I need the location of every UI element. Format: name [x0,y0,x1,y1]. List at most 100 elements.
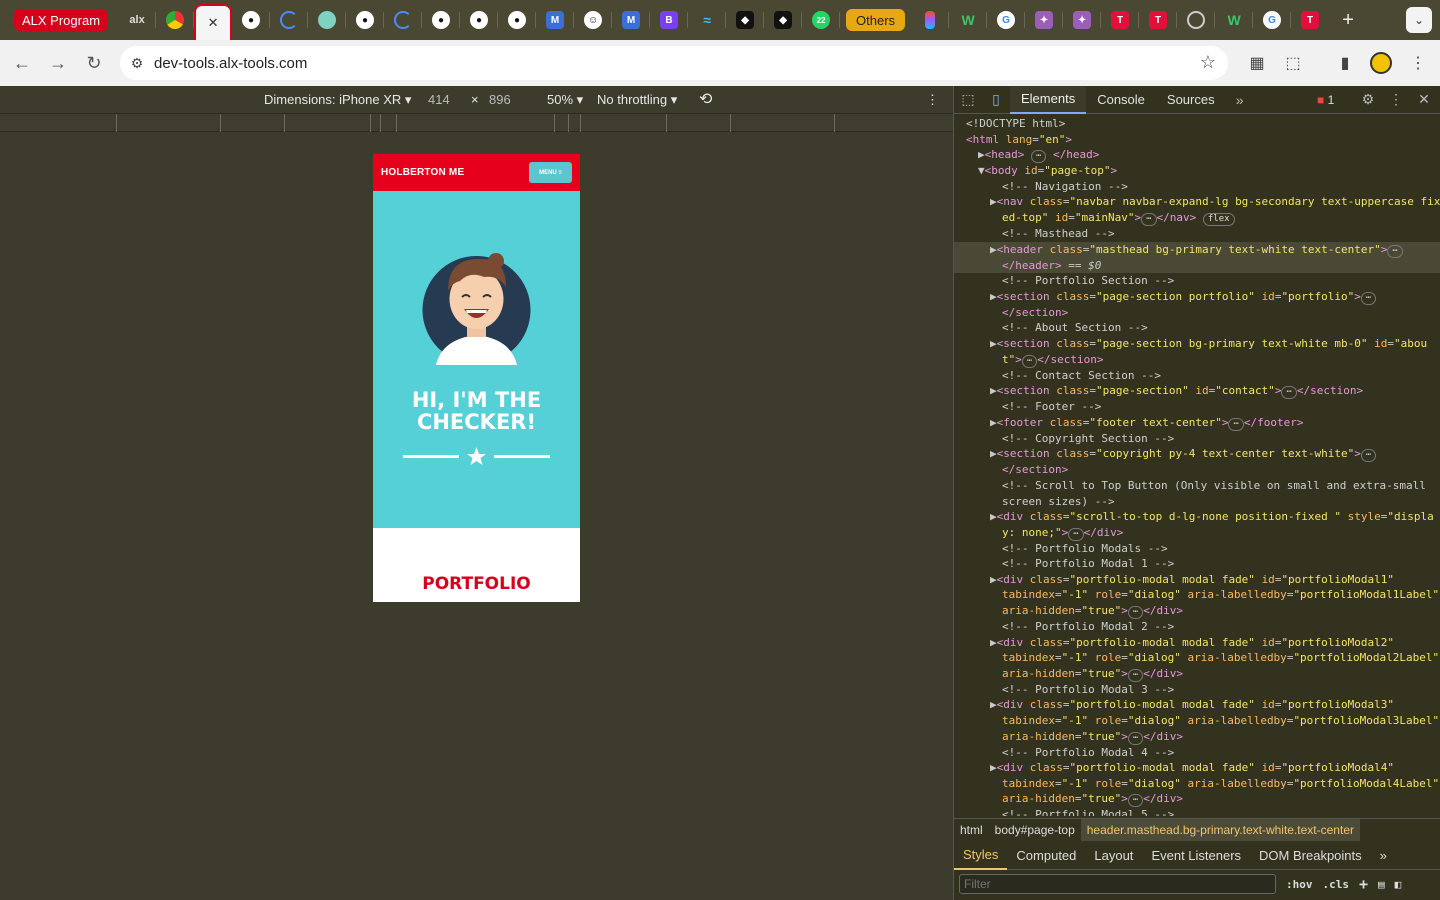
new-tab-button[interactable]: + [1333,5,1363,35]
dom-node-line[interactable]: <!-- Portfolio Modals --> [954,541,1440,557]
tab-elements[interactable]: Elements [1010,85,1087,114]
dom-node-line[interactable]: ▶<section class="page-section" id="conta… [954,383,1440,400]
bookmark-star-icon[interactable]: ☆ [1200,52,1216,73]
device-more-options-icon[interactable]: ⋮ [926,92,939,108]
dom-node-line[interactable]: ed-top" id="mainNav"> ⋯ </nav> flex [954,210,1440,226]
more-subtabs-icon[interactable]: » [1371,842,1396,870]
dom-node-line[interactable]: tabindex="-1" role="dialog" aria-labelle… [954,650,1440,666]
dom-node-line[interactable]: <!-- Scroll to Top Button (Only visible … [954,478,1440,494]
dom-node-line[interactable]: ▶<nav class="navbar navbar-expand-lg bg-… [954,194,1440,210]
tab-active[interactable]: ✕ [194,4,233,40]
dom-node-line[interactable]: ▶<header class="masthead bg-primary text… [954,241,1440,258]
extension-icon[interactable]: ▦ [1242,48,1272,78]
throttling-select[interactable]: No throttling ▾ [597,92,677,108]
site-brand[interactable]: HOLBERTON ME [381,167,464,178]
tab-github-1[interactable]: ● [232,0,271,40]
breadcrumb-body[interactable]: body#page-top [989,823,1081,837]
styles-filter-input[interactable] [959,874,1276,894]
address-bar[interactable]: ⚙ dev-tools.alx-tools.com ☆ [120,46,1228,80]
paint-icon[interactable]: ▤ [1378,878,1385,891]
tab-globe[interactable] [1177,0,1216,40]
dom-node-line[interactable]: ▼<body id="page-top"> [954,163,1440,179]
site-menu-button[interactable]: MENU ≡ [529,162,572,183]
dom-node-line[interactable]: tabindex="-1" role="dialog" aria-labelle… [954,587,1440,603]
extensions-puzzle-icon[interactable]: ⬚ [1278,48,1308,78]
dom-node-line[interactable]: <!DOCTYPE html> [954,116,1440,132]
tab-t-3[interactable]: T [1291,0,1329,40]
dom-node-line[interactable]: aria-hidden="true"> ⋯ </div> [954,729,1440,745]
device-viewport[interactable]: HOLBERTON ME MENU ≡ HI, I'M THE CHECKER!… [373,154,580,602]
device-height-field[interactable]: 896 [489,92,511,107]
dom-node-line[interactable]: aria-hidden="true"> ⋯ </div> [954,666,1440,682]
tab-computed[interactable]: Computed [1007,842,1085,870]
tab-close-icon[interactable]: ✕ [208,15,219,31]
chrome-menu-icon[interactable]: ⋮ [1403,48,1433,78]
tab-w-2[interactable]: W [1215,0,1254,40]
tab-puzzle-2[interactable]: ✦ [1063,0,1102,40]
dom-node-line[interactable]: <!-- Navigation --> [954,179,1440,195]
dom-node-line[interactable]: ▶<div class="portfolio-modal modal fade"… [954,697,1440,713]
tab-mp-2[interactable]: M [612,0,651,40]
cls-toggle[interactable]: .cls [1323,878,1350,891]
dom-node-line[interactable]: <!-- Portfolio Modal 5 --> [954,807,1440,816]
tab-chatgpt[interactable] [308,0,347,40]
dom-node-line[interactable]: <!-- Portfolio Section --> [954,273,1440,289]
dom-node-line[interactable]: screen sizes) --> [954,494,1440,510]
dom-node-line[interactable]: ▶<section class="page-section bg-primary… [954,336,1440,352]
tab-event-listeners[interactable]: Event Listeners [1142,842,1250,870]
tab-t-1[interactable]: T [1101,0,1140,40]
dom-node-line[interactable]: ▶<footer class="footer text-center"> ⋯ </f… [954,415,1440,431]
tab-layout[interactable]: Layout [1085,842,1142,870]
tab-puzzle-1[interactable]: ✦ [1025,0,1064,40]
new-style-rule-icon[interactable]: + [1359,875,1368,893]
tab-whatsapp[interactable]: 22 [802,0,841,40]
dom-node-line[interactable]: <!-- Contact Section --> [954,368,1440,384]
tab-github-2[interactable]: ● [346,0,385,40]
tab-google-1[interactable]: G [987,0,1026,40]
tab-w-1[interactable]: W [949,0,988,40]
bookmark-folder-others[interactable]: Others [846,9,906,31]
tab-search-dropdown-button[interactable]: ⌄ [1406,7,1432,33]
tab-github-4[interactable]: ● [460,0,499,40]
reload-button[interactable]: ↻ [76,45,112,81]
dom-node-line[interactable]: tabindex="-1" role="dialog" aria-labelle… [954,713,1440,729]
side-panel-icon[interactable]: ▮ [1330,48,1360,78]
dom-node-line[interactable]: ▶<head> ⋯ </head> [954,147,1440,164]
dom-node-line[interactable]: t"> ⋯ </section> [954,352,1440,368]
tab-t-2[interactable]: T [1139,0,1178,40]
inspect-element-icon[interactable]: ⬚ [954,86,982,114]
tab-dom-breakpoints[interactable]: DOM Breakpoints [1250,842,1371,870]
dom-node-line[interactable]: <!-- Portfolio Modal 1 --> [954,556,1440,572]
tab-bootstrap[interactable]: B [650,0,689,40]
forward-button[interactable]: → [40,45,76,81]
dom-node-line[interactable]: aria-hidden="true"> ⋯ </div> [954,791,1440,808]
zoom-select[interactable]: 50% ▾ [547,92,583,108]
dom-node-line[interactable]: ▶<div class="portfolio-modal modal fade"… [954,572,1440,588]
tab-github-5[interactable]: ● [498,0,537,40]
tab-alx-program[interactable]: ALX Program [14,9,109,31]
settings-gear-icon[interactable]: ⚙ [1354,86,1382,114]
tab-sources[interactable]: Sources [1156,86,1226,114]
close-devtools-icon[interactable]: ✕ [1410,86,1438,114]
error-counter[interactable]: ■ 1 [1317,93,1334,107]
dom-node-line[interactable]: </header> == $0 [954,257,1440,274]
dom-tree[interactable]: <!DOCTYPE html> <html lang="en"> ▶<head> ⋯… [954,114,1440,816]
dom-node-line[interactable]: <!-- Footer --> [954,399,1440,415]
tab-figma[interactable] [911,0,950,40]
breadcrumb-html[interactable]: html [954,823,989,837]
dom-node-line[interactable]: ▶<div class="scroll-to-top d-lg-none pos… [954,509,1440,525]
tab-smile[interactable]: ☺ [574,0,613,40]
breadcrumb-header[interactable]: header.masthead.bg-primary.text-white.te… [1080,818,1360,841]
tab-console[interactable]: Console [1086,86,1156,114]
dom-node-line[interactable]: ▶<section class="page-section portfolio"… [954,289,1440,305]
toggle-sidebar-icon[interactable]: ◧ [1395,878,1402,891]
tab-loader-2[interactable] [384,0,423,40]
tab-google-2[interactable]: G [1253,0,1292,40]
device-toggle-icon[interactable]: ▯ [982,86,1010,114]
tab-loader-1[interactable] [270,0,309,40]
tab-cube-1[interactable]: ◆ [726,0,765,40]
tab-alx[interactable]: alx [118,0,157,40]
dom-node-line[interactable]: <!-- Portfolio Modal 4 --> [954,745,1440,761]
hov-toggle[interactable]: :hov [1286,878,1313,891]
more-tabs-icon[interactable]: » [1226,86,1254,114]
